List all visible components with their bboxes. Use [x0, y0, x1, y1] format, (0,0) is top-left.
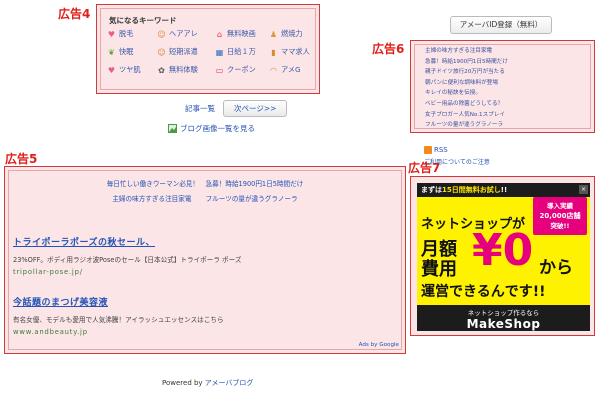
keyword-item[interactable]: ♟ 燃焼力 [269, 29, 313, 39]
banner-ad-box: まずは15日間無料お試し!! × 導入実績 20,000店舗 突破!! ネットシ… [410, 176, 595, 336]
keyword-title: 気になるキーワード [109, 16, 177, 25]
ad6-link[interactable]: キレイの秘訣を伝授。 [425, 88, 508, 99]
ad6-link[interactable]: 女子ブロガー人気No.1スプレイ [425, 110, 508, 121]
powered-by: Powered by アメーバブログ [162, 378, 253, 388]
keyword-item[interactable]: ◠ アメG [269, 65, 313, 75]
gear-icon: ✿ [158, 65, 165, 75]
ad6-link[interactable]: フルーツの量が違うグラノーラ [425, 120, 508, 131]
banner-bottom-strip: ネットショップ作るなら MakeShop [417, 305, 590, 331]
keyword-item[interactable]: ❦ 快眠 [107, 47, 157, 57]
banner-brand-logo: MakeShop [466, 317, 541, 331]
google-ad-box: 毎日忙しい働きウーマン必見！ 急募！時給1900円1日5時間だけ 主婦の味方すぎ… [4, 166, 406, 354]
image-list-link[interactable]: ブログ画像一覧を見る [168, 123, 255, 134]
ad-label-6: 広告6 [372, 42, 405, 56]
ad-label-4: 広告4 [58, 7, 91, 21]
keyword-label: アメG [281, 65, 301, 74]
ad6-link[interactable]: 主婦の味方すぎる注目家電 [425, 46, 508, 57]
banner-line4: 運営できるんです!! [421, 284, 546, 300]
rss-label: RSS [434, 146, 448, 154]
ad5-top-link-appliance[interactable]: 主婦の味方すぎる注目家電 [112, 195, 191, 203]
keyword-grid: ♥ 脱毛 ☺ ヘアアレ ⌂ 無料映画 ♟ 燃焼力 ❦ 快眠 ☺ 短期派遣 ▦ 日給１万 ▮ ママ求人 ♥ ツヤ肌 ✿… [107, 29, 313, 75]
image-icon [168, 124, 177, 133]
banner-yen: ¥0 [472, 225, 534, 276]
keyword-label: クーポン [227, 65, 256, 74]
ad5-item-desc: 23%OFF。ボディ用ラジオ波Poseのセール【日本公式】トライポーラ ポーズ [13, 256, 242, 264]
badge-line: 導入実績 [547, 202, 573, 210]
ad5-item-url[interactable]: tripollar-pose.jp/ [13, 268, 242, 276]
close-icon[interactable]: × [579, 185, 588, 194]
rss-icon [424, 146, 432, 154]
ad6-link-list: 主婦の味方すぎる注目家電 急募！時給1900円1日5時間だけ 親子ドイツ旅行20万円… [425, 46, 508, 131]
pagination-row: 記事一覧 次ページ>> [185, 100, 288, 117]
house-icon: ⌂ [216, 29, 223, 39]
next-page-button[interactable]: 次ページ>> [223, 100, 288, 117]
keyword-item[interactable]: ♥ ツヤ肌 [107, 65, 157, 75]
usage-note-link[interactable]: ご利用についてのご注意 [424, 157, 490, 166]
keyword-label: 脱毛 [119, 29, 134, 38]
calculator-icon: ▦ [215, 47, 224, 57]
ad5-top-link-row1[interactable]: 毎日忙しい働きウーマン必見！ 急募！時給1900円1日5時間だけ [5, 177, 405, 192]
register-button[interactable]: アメーバID登録（無料） [450, 16, 552, 34]
ad5-item-title[interactable]: 今話題のまつげ美容液 [13, 295, 224, 308]
heart-icon: ♥ [107, 65, 116, 75]
person-icon: ♟ [269, 29, 278, 39]
ad6-link[interactable]: 朝パンに便利な調味料が登場 [425, 78, 508, 89]
keyword-item[interactable]: ▭ クーポン [215, 65, 269, 75]
keyword-item[interactable]: ▮ ママ求人 [269, 47, 313, 57]
keyword-item[interactable]: ✿ 無料体験 [157, 65, 215, 75]
keyword-label: 無料体験 [169, 65, 198, 74]
makeshop-banner[interactable]: まずは15日間無料お試し!! × 導入実績 20,000店舗 突破!! ネットシ… [417, 183, 590, 331]
ameblo-link[interactable]: アメーバブログ [205, 379, 254, 387]
leaf-icon: ❦ [108, 47, 115, 57]
banner-line3: 費用 [421, 259, 457, 280]
ad5-top-link-granola[interactable]: フルーツの量が違うグラノーラ [206, 195, 298, 203]
keyword-label: 快眠 [119, 47, 134, 56]
heart-icon: ♥ [107, 29, 116, 39]
ad5-top-links: 毎日忙しい働きウーマン必見！ 急募！時給1900円1日5時間だけ 主婦の味方すぎ… [5, 177, 405, 207]
banner-top-pre: まずは [421, 186, 442, 194]
banner-top-highlight: 15日間無料お試し [442, 186, 501, 194]
woman-face-icon: ☺ [157, 47, 166, 57]
rss-link[interactable]: RSS [424, 146, 448, 154]
ad5-item: 今話題のまつげ美容液 有名女優、モデルも愛用で人気沸騰！アイラッシュエッセンスは… [13, 295, 224, 336]
keyword-item[interactable]: ▦ 日給１万 [215, 47, 269, 57]
ad6-link[interactable]: 親子ドイツ旅行20万円が当たる [425, 67, 508, 78]
ad5-item-url[interactable]: www.andbeauty.jp [13, 328, 224, 336]
badge-line: 突破!! [550, 222, 570, 230]
banner-bottom-small: ネットショップ作るなら [467, 309, 540, 317]
ads-by-google-link[interactable]: Ads by Google [359, 342, 399, 348]
banner-top-strip: まずは15日間無料お試し!! [417, 183, 590, 197]
ad5-item-title[interactable]: トライポーラポーズの秋セール、 [13, 235, 242, 248]
ticket-icon: ▭ [215, 65, 224, 75]
woman-face-icon: ☺ [157, 29, 166, 39]
keyword-item[interactable]: ☺ 短期派遣 [157, 47, 215, 57]
text-ad-box-6: 主婦の味方すぎる注目家電 急募！時給1900円1日5時間だけ 親子ドイツ旅行20万円… [410, 40, 595, 133]
keyword-label: 燃焼力 [281, 29, 303, 38]
keyword-label: ママ求人 [281, 47, 310, 56]
banner-badge: 導入実績 20,000店舗 突破!! [533, 197, 587, 235]
ad5-item-desc: 有名女優、モデルも愛用で人気沸騰！アイラッシュエッセンスはこちら [13, 316, 224, 324]
image-list-label: ブログ画像一覧を見る [180, 124, 255, 133]
keyword-label: 日給１万 [227, 47, 256, 56]
keyword-ad-box: 気になるキーワード ♥ 脱毛 ☺ ヘアアレ ⌂ 無料映画 ♟ 燃焼力 ❦ 快眠 ☺ 短期派遣 ▦ 日給１万… [96, 4, 320, 94]
ad-label-5: 広告5 [5, 152, 38, 166]
banner-top-post: !! [500, 186, 508, 194]
keyword-label: 短期派遣 [169, 47, 198, 56]
article-list-link[interactable]: 記事一覧 [185, 103, 215, 114]
keyword-item[interactable]: ♥ 脱毛 [107, 29, 157, 39]
rainbow-icon: ◠ [270, 65, 277, 75]
keyword-item[interactable]: ⌂ 無料映画 [215, 29, 269, 39]
keyword-item[interactable]: ☺ ヘアアレ [157, 29, 215, 39]
ad6-link[interactable]: ベビー用品の除菌どうしてる？ [425, 99, 508, 110]
bottle-icon: ▮ [271, 47, 276, 57]
keyword-label: ヘアアレ [169, 29, 198, 38]
badge-line: 20,000店舗 [539, 212, 581, 220]
ad6-link[interactable]: 急募！時給1900円1日5時間だけ [425, 57, 508, 68]
powered-prefix: Powered by [162, 379, 205, 387]
ad5-item: トライポーラポーズの秋セール、 23%OFF。ボディ用ラジオ波Poseのセール【… [13, 235, 242, 276]
keyword-label: 無料映画 [227, 29, 256, 38]
banner-kara: から [539, 258, 573, 278]
keyword-label: ツヤ肌 [119, 65, 141, 74]
